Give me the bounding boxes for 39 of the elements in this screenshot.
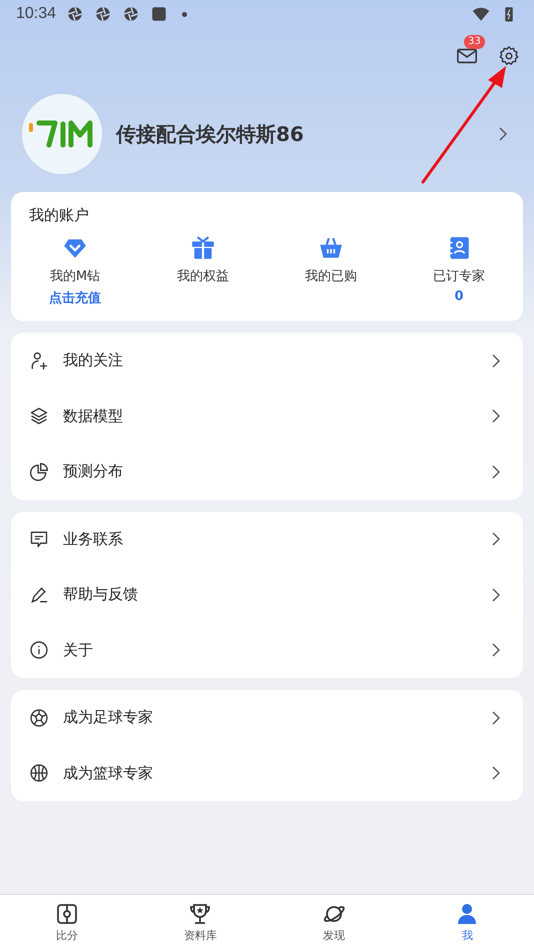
menu-item[interactable]: 成为篮球专家 [63,764,473,783]
account-shortcut[interactable]: 我的M钻 点击充值 [11,235,139,307]
aperture-icon [66,5,84,23]
section-title: 我的账户 [28,206,90,225]
gift-icon [190,235,216,261]
user-name[interactable]: 传接配合埃尔特斯86 [116,120,494,148]
account-shortcut[interactable]: 已订专家 0 [395,235,523,307]
aperture-icon [94,5,112,23]
menu-item[interactable]: 成为足球专家 [63,708,473,728]
basketball-icon [29,763,49,784]
account-shortcut[interactable]: 我的已购 [267,235,395,307]
message-icon [29,529,49,550]
pie-chart-icon [29,462,49,482]
settings-icon[interactable] [498,45,520,67]
layers-icon [29,406,49,426]
menu-item[interactable]: 帮助与反馈 [63,585,473,604]
wifi-icon [472,5,490,23]
menu-item[interactable]: 业务联系 [63,530,473,549]
menu-item[interactable]: 我的关注 [63,351,473,370]
tab[interactable]: 发现 [267,895,400,950]
aperture-icon [122,5,140,23]
tab[interactable]: 我 [400,895,534,950]
tab[interactable]: 比分 [0,895,134,950]
basket-icon [318,235,344,261]
square-icon [150,5,168,23]
menu-item[interactable]: 数据模型 [63,406,473,426]
soccer-ball-icon [29,708,49,728]
unread-badge: 33 [464,35,485,49]
tab[interactable]: 资料库 [134,895,267,950]
menu-item[interactable]: 预测分布 [63,462,473,482]
pen-icon [29,584,49,605]
clock: 10:34 [16,5,56,23]
info-icon [29,640,49,660]
menu-item[interactable]: 关于 [63,640,473,660]
account-shortcut[interactable]: 我的权益 [139,235,267,307]
trophy-icon [188,902,212,926]
dot-icon [182,12,188,16]
scoreboard-icon [54,902,79,926]
person-add-icon [29,350,49,371]
